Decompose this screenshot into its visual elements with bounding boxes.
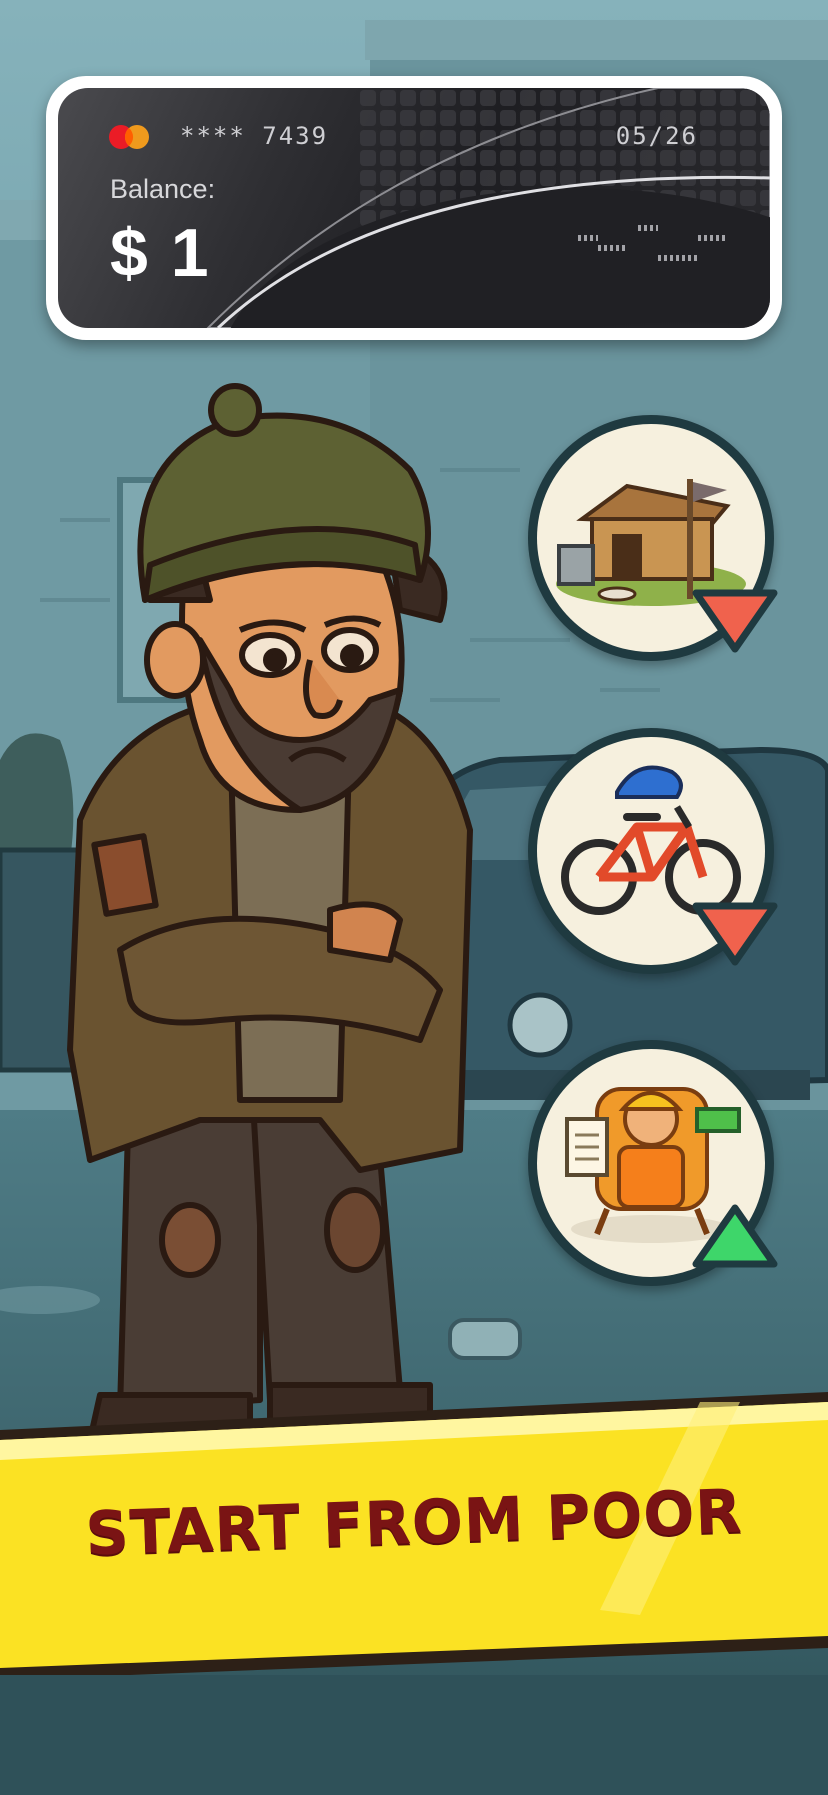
balance-value: $ 1 bbox=[110, 215, 211, 291]
card-number: **** 7439 bbox=[180, 122, 329, 150]
mastercard-logo-icon bbox=[109, 125, 149, 149]
card-expiry: 05/26 bbox=[615, 122, 698, 150]
trend-down-icon bbox=[692, 902, 778, 966]
balance-card-frame: **** 7439 05/26 Balance: $ 1 bbox=[46, 76, 782, 340]
level-bubble-delivery-worker bbox=[528, 1040, 778, 1286]
level-bubble-bicycle bbox=[528, 728, 778, 974]
trend-down-icon bbox=[692, 589, 778, 653]
bank-card: **** 7439 05/26 Balance: $ 1 bbox=[58, 88, 770, 328]
balance-label: Balance: bbox=[110, 174, 216, 204]
trend-up-icon bbox=[692, 1204, 778, 1268]
level-bubble-shack bbox=[528, 415, 778, 661]
